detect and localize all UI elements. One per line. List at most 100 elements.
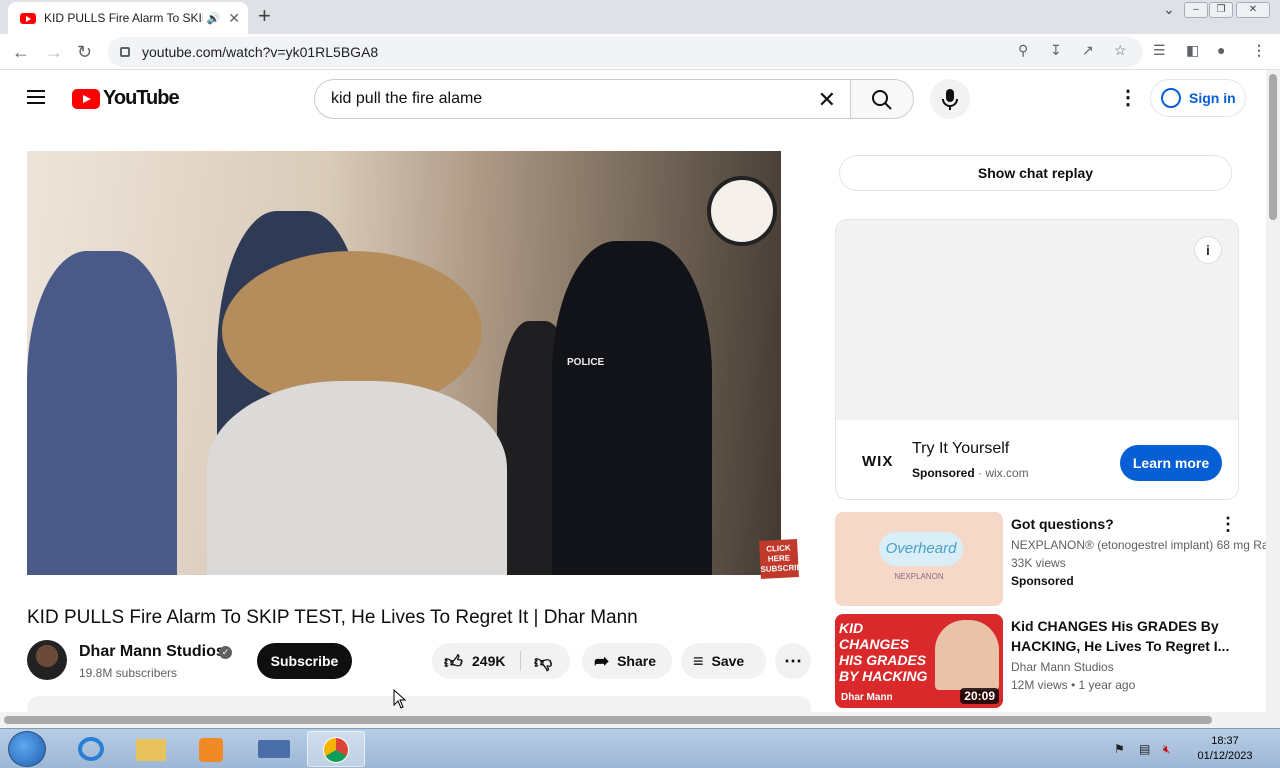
media-control-icon[interactable]: ☰ [1153,42,1166,59]
channel-avatar[interactable] [27,640,67,680]
woman-figure [27,251,177,575]
speaker-icon[interactable]: 🔊 [207,12,221,25]
video-views: 12M views • 1 year ago [1011,678,1136,692]
zoom-search-icon[interactable]: ⚲ [1018,42,1028,59]
sign-in-button[interactable]: Sign in [1150,79,1246,117]
video-channel[interactable]: Dhar Mann Studios [1011,660,1114,674]
ad-title: Try It Yourself [912,440,1010,457]
thumbnail-face [935,620,999,690]
share-page-icon[interactable]: ↗ [1082,42,1094,59]
microphone-icon [942,89,958,110]
video-thumbnail[interactable]: KID CHANGES HIS GRADES BY HACKING Dhar M… [835,614,1003,708]
file-explorer-icon[interactable] [122,731,180,767]
like-count[interactable]: 249K [472,653,505,669]
police-officer-figure [552,241,712,575]
mouse-cursor-icon [393,689,407,709]
settings-more-icon[interactable]: ⋮ [1118,88,1138,108]
video-thumbnail[interactable]: Overheard NEXPLANON [835,512,1003,606]
subscriber-count: 19.8M subscribers [79,666,178,680]
youtube-header: YouTube kid pull the fire alame ✕ ⋮ Sign… [0,70,1266,126]
share-button[interactable]: ➦ Share [582,643,672,679]
clock-time: 18:37 [1211,735,1239,747]
bookmark-star-icon[interactable]: ☆ [1114,42,1127,59]
back-icon[interactable]: ← [12,41,30,63]
clear-search-icon[interactable]: ✕ [818,87,836,113]
profile-icon[interactable]: ● [1217,42,1225,58]
network-icon[interactable]: ▤ [1139,742,1150,756]
tab-search-icon[interactable]: ⌄ [1157,2,1181,18]
browser-menu-icon[interactable]: ⋮ [1252,42,1266,59]
like-divider [520,651,521,671]
subscribe-button[interactable]: Subscribe [257,643,352,679]
youtube-logo[interactable]: YouTube [72,87,180,110]
learn-more-button[interactable]: Learn more [1120,445,1222,481]
action-center-flag-icon[interactable]: ⚑ [1114,742,1125,756]
lock-icon [120,47,130,57]
video-title[interactable]: Kid CHANGES His GRADES By HACKING, He Li… [1011,616,1241,656]
clock-date: 01/12/2023 [1197,750,1253,762]
search-input[interactable]: kid pull the fire alame ✕ [314,79,852,119]
thumbnail-subtext: Dhar Mann [841,692,893,703]
video-title[interactable]: Got questions? [1011,514,1241,534]
ad-domain: wix.com [985,466,1029,480]
save-playlist-icon: ≡ [693,650,704,671]
recommended-video-item[interactable]: KID CHANGES HIS GRADES BY HACKING Dhar M… [835,614,1265,709]
install-icon[interactable]: ↧ [1050,42,1062,59]
hamburger-menu-icon[interactable] [27,90,45,104]
close-window-button[interactable]: ✕ [1236,2,1270,18]
start-button[interactable] [8,731,46,767]
more-actions-button[interactable]: ⋯ [775,643,811,679]
thumbs-up-icon[interactable]: 👍︎ [444,651,463,673]
minimize-button[interactable]: – [1184,2,1208,18]
ad-sponsored-label: Sponsored [912,466,975,480]
tab-close-icon[interactable]: ✕ [228,10,240,27]
recommended-video-item[interactable]: Overheard NEXPLANON Got questions? NEXPL… [835,512,1269,607]
new-tab-button[interactable]: + [258,5,271,27]
system-clock[interactable]: 18:37 01/12/2023 [1190,734,1260,764]
thumbnail-text: KID CHANGES HIS GRADES BY HACKING [839,620,928,684]
search-button[interactable] [850,79,914,119]
logo-text: YouTube [103,87,180,109]
search-query: kid pull the fire alame [331,90,483,107]
video-title: KID PULLS Fire Alarm To SKIP TEST, He Li… [27,607,638,628]
chrome-taskbar-icon[interactable] [307,731,365,767]
like-dislike-group: 👍︎ 249K 👎︎ [432,643,570,679]
browser-toolbar: ← → ↻ youtube.com/watch?v=yk01RL5BGA8 ⚲ … [0,34,1280,70]
video-views: 33K views [1011,556,1066,570]
keyboard-app-icon[interactable] [245,731,303,767]
video-player[interactable]: POLICE [27,151,781,575]
search-icon [872,90,892,110]
thumbs-down-icon[interactable]: 👎︎ [534,651,552,673]
media-player-icon[interactable] [182,731,240,767]
tab-title: KID PULLS Fire Alarm To SKIP TEST, He Li… [44,11,203,25]
save-button[interactable]: ≡ Save [681,643,766,679]
volume-muted-icon[interactable]: 🔇︎ [1163,742,1171,757]
restore-button[interactable]: ❐ [1209,2,1233,18]
browser-tab[interactable]: KID PULLS Fire Alarm To SKIP TEST, He Li… [8,2,248,34]
address-bar[interactable]: youtube.com/watch?v=yk01RL5BGA8 [108,37,1143,67]
internet-explorer-icon[interactable] [62,731,120,767]
video-duration: 20:09 [960,688,999,704]
ad-info-icon[interactable]: i [1194,236,1222,264]
ad-media[interactable] [836,220,1238,420]
youtube-favicon-icon [20,12,36,24]
ad-logo: WIX [862,453,894,470]
side-panel-icon[interactable]: ◧ [1186,42,1199,59]
horizontal-scroll-thumb[interactable] [4,716,1212,724]
reload-icon[interactable]: ↻ [77,41,92,63]
video-options-icon[interactable]: ⋮ [1219,514,1237,535]
channel-name[interactable]: Dhar Mann Studios [79,643,225,661]
thumbnail-subtext: NEXPLANON [894,572,944,581]
ad-meta: Sponsored · wix.com [912,466,1029,480]
sponsored-ad-card[interactable]: i WIX Try It Yourself Sponsored · wix.co… [835,219,1239,500]
forward-icon[interactable]: → [45,41,63,63]
vertical-scroll-thumb[interactable] [1269,74,1277,220]
boy-figure [207,381,507,575]
url-text: youtube.com/watch?v=yk01RL5BGA8 [142,44,379,60]
browser-tab-strip: KID PULLS Fire Alarm To SKIP TEST, He Li… [0,0,1280,34]
video-advertiser: NEXPLANON® (etonogestrel implant) 68 mg … [1011,538,1269,552]
voice-search-button[interactable] [930,79,970,119]
click-here-subscribe-overlay[interactable]: CLICK HERE SUBSCRIBE [759,539,808,579]
share-arrow-icon: ➦ [594,650,610,671]
show-chat-replay-button[interactable]: Show chat replay [839,155,1232,191]
